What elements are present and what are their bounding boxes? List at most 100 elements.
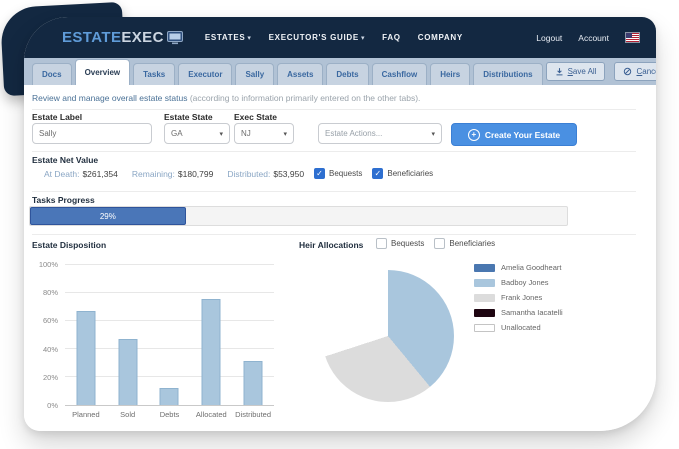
nav-item-company[interactable]: COMPANY bbox=[418, 33, 463, 42]
y-tick-label: 40% bbox=[26, 345, 58, 354]
tab-overview[interactable]: Overview bbox=[75, 59, 131, 85]
tab-executor[interactable]: Executor bbox=[178, 63, 232, 85]
stat-label: Distributed: bbox=[227, 169, 270, 179]
bar-slot bbox=[149, 264, 191, 405]
tab-assets[interactable]: Assets bbox=[277, 63, 323, 85]
tasks-progress-fill: 29% bbox=[30, 207, 186, 225]
estate-label-label: Estate Label bbox=[32, 112, 82, 122]
stat-value: $53,950 bbox=[273, 169, 304, 179]
exec-state-label: Exec State bbox=[234, 112, 277, 122]
estate-label-value: Sally bbox=[39, 129, 56, 138]
stat-label: At Death: bbox=[44, 169, 79, 179]
estate-state-select[interactable]: GA ▾ bbox=[164, 123, 230, 144]
checkbox-checked-icon: ✓ bbox=[372, 168, 383, 179]
monitor-icon bbox=[167, 31, 183, 45]
stat-value: $261,354 bbox=[82, 169, 117, 179]
exec-state-value: NJ bbox=[241, 129, 251, 138]
y-tick-label: 20% bbox=[26, 373, 58, 382]
bar-slot bbox=[65, 264, 107, 405]
cancel-circle-icon bbox=[623, 67, 632, 76]
x-category-label: Sold bbox=[107, 410, 149, 419]
estate-net-value-heading: Estate Net Value bbox=[32, 155, 98, 165]
save-all-button[interactable]: Save All bbox=[546, 62, 606, 81]
overview-tab-content: Review and manage overall estate status … bbox=[24, 85, 656, 431]
estate-label-input[interactable]: Sally bbox=[32, 123, 152, 144]
estateexec-logo[interactable]: ESTATEEXEC bbox=[62, 29, 183, 46]
chevron-down-icon: ▾ bbox=[219, 130, 223, 138]
tab-heirs[interactable]: Heirs bbox=[430, 63, 470, 85]
bar-distributed[interactable] bbox=[244, 361, 263, 405]
legend-swatch bbox=[474, 264, 495, 272]
heir-allocation-checkboxes: Bequests Beneficiaries bbox=[376, 238, 495, 249]
tab-sally[interactable]: Sally bbox=[235, 63, 274, 85]
estate-actions-select[interactable]: Estate Actions... ▾ bbox=[318, 123, 442, 144]
heir-allocations-pie-chart[interactable] bbox=[322, 270, 454, 402]
intro-main: Review and manage overall estate status bbox=[32, 93, 187, 103]
stat-distributed: Distributed:$53,950 bbox=[227, 169, 304, 179]
legend-label: Frank Jones bbox=[501, 293, 542, 302]
legend-swatch bbox=[474, 294, 495, 302]
bar-sold[interactable] bbox=[118, 339, 137, 405]
tasks-progress-percent: 29% bbox=[100, 212, 116, 221]
intro-secondary: (according to information primarily ente… bbox=[190, 93, 421, 103]
cancel-all-button[interactable]: Cancel All bbox=[614, 62, 656, 81]
exec-state-select[interactable]: NJ ▾ bbox=[234, 123, 294, 144]
tab-docs[interactable]: Docs bbox=[32, 63, 72, 85]
legend-label: Samantha Iacatelli bbox=[501, 308, 563, 317]
nav-item-faq[interactable]: FAQ bbox=[382, 33, 401, 42]
heir-bequests-checkbox[interactable]: Bequests bbox=[376, 238, 424, 249]
nav-item-estates[interactable]: ESTATES▾ bbox=[205, 33, 252, 42]
nav-item-executor-s-guide[interactable]: EXECUTOR'S GUIDE▾ bbox=[269, 33, 366, 42]
x-category-label: Debts bbox=[149, 410, 191, 419]
tab-cashflow[interactable]: Cashflow bbox=[372, 63, 428, 85]
create-your-estate-button[interactable]: + Create Your Estate bbox=[451, 123, 577, 146]
header-link-account[interactable]: Account bbox=[578, 33, 609, 43]
checkbox-unchecked-icon bbox=[434, 238, 445, 249]
legend-item-unallocated: Unallocated bbox=[474, 323, 563, 332]
legend-swatch bbox=[474, 279, 495, 287]
checkbox-checked-icon: ✓ bbox=[314, 168, 325, 179]
navbar-right: Logout Account bbox=[536, 32, 656, 43]
bar-planned[interactable] bbox=[76, 311, 95, 405]
net-value-beneficiaries-checkbox[interactable]: ✓Beneficiaries bbox=[372, 168, 433, 179]
heir-allocations-heading: Heir Allocations bbox=[299, 240, 363, 250]
bar-slot bbox=[232, 264, 274, 405]
legend-label: Amelia Goodheart bbox=[501, 263, 561, 272]
net-value-checkboxes: ✓Bequests ✓Beneficiaries bbox=[314, 168, 433, 179]
y-tick-label: 60% bbox=[26, 316, 58, 325]
estate-state-label: Estate State bbox=[164, 112, 213, 122]
logo-text-estate: ESTATE bbox=[62, 29, 121, 46]
tab-distributions[interactable]: Distributions bbox=[473, 63, 542, 85]
estate-disposition-bars bbox=[65, 264, 274, 405]
tabs: DocsOverviewTasksExecutorSallyAssetsDebt… bbox=[32, 59, 546, 85]
net-value-bequests-checkbox[interactable]: ✓Bequests bbox=[314, 168, 362, 179]
plus-circle-icon: + bbox=[468, 129, 480, 141]
checkbox-label: Beneficiaries bbox=[449, 239, 495, 248]
us-flag-icon[interactable] bbox=[625, 32, 640, 43]
chevron-down-icon: ▾ bbox=[361, 35, 365, 42]
tasks-progress-heading: Tasks Progress bbox=[32, 195, 95, 205]
net-value-stats: At Death:$261,354Remaining:$180,799Distr… bbox=[44, 169, 304, 179]
tab-bar: DocsOverviewTasksExecutorSallyAssetsDebt… bbox=[24, 58, 656, 85]
legend-swatch bbox=[474, 309, 495, 317]
flag-canton bbox=[626, 33, 632, 38]
x-category-label: Allocated bbox=[190, 410, 232, 419]
x-category-label: Planned bbox=[65, 410, 107, 419]
legend-item-samantha-iacatelli: Samantha Iacatelli bbox=[474, 308, 563, 317]
divider bbox=[32, 151, 636, 152]
stat-at-death: At Death:$261,354 bbox=[44, 169, 118, 179]
bar-allocated[interactable] bbox=[202, 299, 221, 405]
legend-label: Badboy Jones bbox=[501, 278, 549, 287]
pie-legend: Amelia Goodheart Badboy Jones Frank Jones S… bbox=[474, 263, 563, 338]
heir-beneficiaries-checkbox[interactable]: Beneficiaries bbox=[434, 238, 495, 249]
bar-debts[interactable] bbox=[160, 388, 179, 405]
divider bbox=[32, 191, 636, 192]
top-navbar: ESTATEEXEC ESTATES▾ EXECUTOR'S GUIDE▾ FAQ C… bbox=[24, 17, 656, 60]
page-background: ESTATEEXEC ESTATES▾ EXECUTOR'S GUIDE▾ FAQ C… bbox=[0, 0, 679, 449]
legend-item-amelia-goodheart: Amelia Goodheart bbox=[474, 263, 563, 272]
tab-debts[interactable]: Debts bbox=[326, 63, 368, 85]
tasks-progress-bar[interactable]: 29% bbox=[29, 206, 568, 226]
tab-tasks[interactable]: Tasks bbox=[133, 63, 175, 85]
estate-disposition-heading: Estate Disposition bbox=[32, 240, 106, 250]
header-link-logout[interactable]: Logout bbox=[536, 33, 562, 43]
